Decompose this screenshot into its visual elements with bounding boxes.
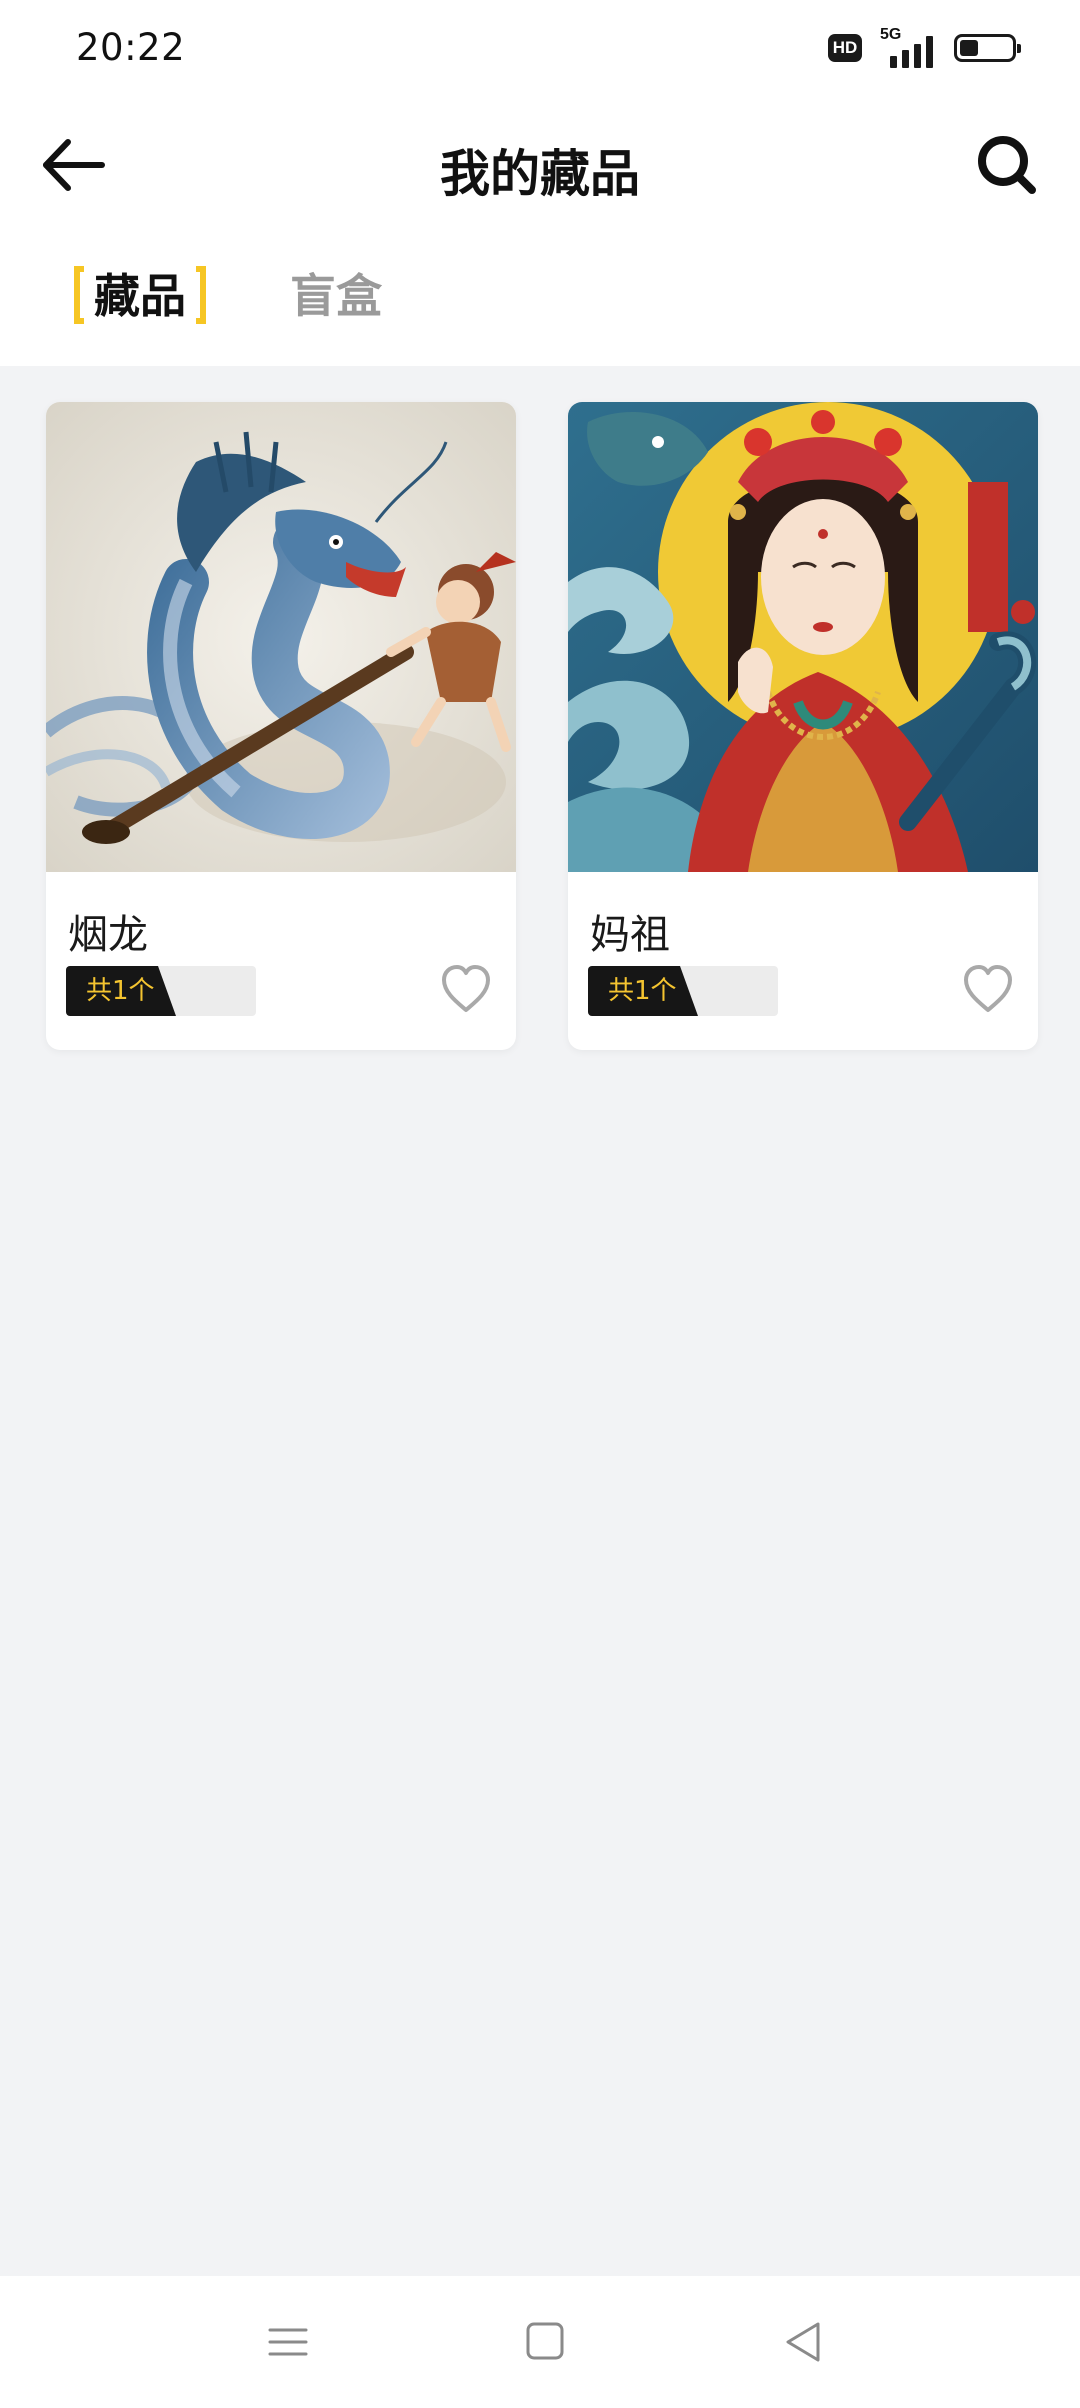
collection-card[interactable]: 烟龙 共1个 bbox=[46, 402, 516, 1050]
count-badge: 共1个 bbox=[66, 966, 256, 1016]
battery-icon bbox=[954, 34, 1021, 62]
search-icon bbox=[978, 136, 1036, 194]
network-type-label: 5G bbox=[880, 26, 902, 43]
status-icons: HD 5G bbox=[828, 26, 1021, 68]
favorite-button[interactable] bbox=[438, 962, 494, 1016]
system-back-button[interactable] bbox=[772, 2310, 836, 2374]
count-label: 共1个 bbox=[608, 976, 677, 1006]
dragon-illustration bbox=[46, 402, 516, 872]
tab-blind-box[interactable]: 盲盒 bbox=[290, 260, 382, 332]
collection-image bbox=[46, 402, 516, 872]
square-home-icon bbox=[526, 2322, 564, 2360]
page-title: 我的藏品 bbox=[440, 145, 640, 203]
hd-icon: HD bbox=[828, 34, 862, 62]
count-label: 共1个 bbox=[86, 976, 155, 1006]
signal-icon: 5G bbox=[876, 26, 940, 68]
count-badge: 共1个 bbox=[588, 966, 778, 1016]
search-button[interactable] bbox=[970, 128, 1044, 202]
favorite-button[interactable] bbox=[960, 962, 1016, 1016]
header-area: 20:22 HD 5G 我的藏品 藏品 盲盒 bbox=[0, 0, 1080, 366]
menu-icon bbox=[268, 2328, 308, 2356]
tab-collection[interactable]: 藏品 bbox=[74, 260, 206, 332]
nav-bar: 我的藏品 bbox=[0, 110, 1080, 220]
status-time: 20:22 bbox=[76, 26, 186, 69]
home-button[interactable] bbox=[514, 2310, 578, 2374]
collection-name: 妈祖 bbox=[590, 912, 670, 958]
heart-outline-icon bbox=[964, 965, 1012, 1012]
tab-bracket-left bbox=[74, 266, 84, 324]
collection-name: 烟龙 bbox=[68, 912, 148, 958]
tab-collection-label: 藏品 bbox=[94, 269, 186, 323]
tab-blind-box-label: 盲盒 bbox=[290, 269, 382, 323]
collection-card[interactable]: 妈祖 共1个 bbox=[568, 402, 1038, 1050]
triangle-back-icon bbox=[786, 2322, 820, 2362]
heart-outline-icon bbox=[442, 965, 490, 1012]
mazu-illustration bbox=[568, 402, 1038, 872]
tab-bracket-right bbox=[196, 266, 206, 324]
system-nav-bar bbox=[0, 2276, 1080, 2408]
status-bar: 20:22 HD 5G bbox=[0, 0, 1080, 96]
recent-apps-button[interactable] bbox=[256, 2310, 320, 2374]
collection-image bbox=[568, 402, 1038, 872]
tab-bar: 藏品 盲盒 bbox=[0, 260, 1080, 340]
